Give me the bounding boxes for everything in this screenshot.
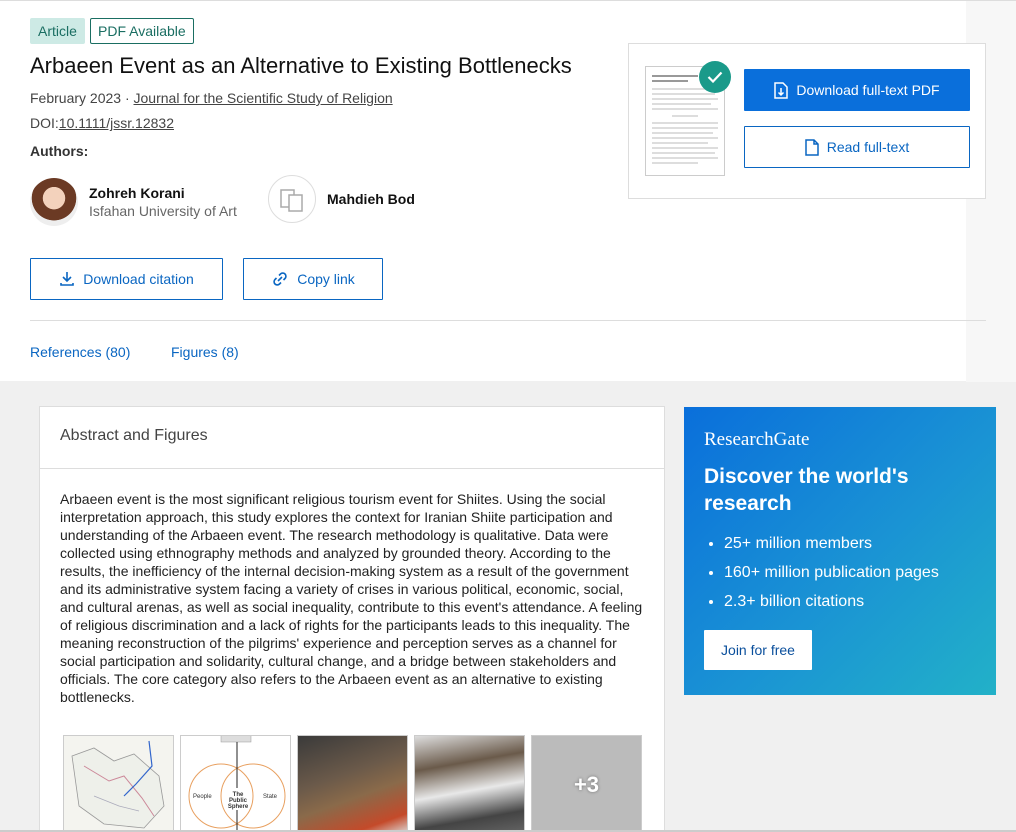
promo-stat-item: 160+ million publication pages: [724, 564, 976, 582]
read-full-text-button[interactable]: Read full-text: [744, 126, 970, 168]
full-text-card: Download full-text PDF Read full-text: [628, 43, 986, 199]
publication-title: Arbaeen Event as an Alternative to Exist…: [30, 53, 572, 78]
abstract-text: Arbaeen event is the most significant re…: [60, 491, 643, 705]
author-affiliation: Isfahan University of Art: [89, 203, 237, 219]
more-figures-count: +3: [573, 772, 600, 797]
publication-header: Article PDF Available Arbaeen Event as a…: [0, 0, 1016, 382]
available-check-icon: [699, 61, 731, 93]
file-download-icon: [774, 81, 789, 99]
researchgate-promo-card: ResearchGate Discover the world's resear…: [684, 407, 996, 695]
join-for-free-button[interactable]: Join for free: [704, 630, 812, 670]
venn-label-state: State: [263, 794, 278, 800]
promo-stat-item: 2.3+ billion citations: [724, 593, 976, 611]
download-citation-label: Download citation: [83, 271, 194, 287]
copy-link-label: Copy link: [297, 271, 355, 287]
abstract-card: Abstract and Figures Arbaeen event is th…: [39, 406, 665, 832]
tab-references[interactable]: References (80): [30, 344, 130, 360]
researchgate-logo: ResearchGate: [704, 429, 810, 450]
publication-date: February 2023: [30, 90, 122, 106]
download-citation-button[interactable]: Download citation: [30, 258, 223, 300]
section-divider: [30, 320, 986, 321]
article-type-badge: Article: [30, 18, 85, 44]
author-card[interactable]: Mahdieh Bod: [268, 175, 415, 223]
doi-label: DOI:: [30, 115, 59, 131]
author-card[interactable]: Zohreh Korani Isfahan University of Art: [30, 178, 237, 226]
author-name[interactable]: Mahdieh Bod: [327, 191, 415, 207]
download-pdf-button[interactable]: Download full-text PDF: [744, 69, 970, 111]
figure-strip: People The Public Sphere State +3: [63, 735, 642, 832]
venn-label-public-sphere: The Public Sphere: [227, 792, 249, 810]
authors-label: Authors:: [30, 143, 89, 159]
more-figures-thumbnail[interactable]: +3: [531, 735, 642, 832]
download-pdf-label: Download full-text PDF: [796, 82, 940, 98]
doi-link[interactable]: 10.1111/jssr.12832: [59, 115, 174, 131]
promo-heading: Discover the world's research: [704, 465, 909, 515]
journal-link[interactable]: Journal for the Scientific Study of Reli…: [134, 90, 393, 106]
document-icon: [805, 138, 819, 156]
avatar-placeholder[interactable]: [268, 175, 316, 223]
copy-link-button[interactable]: Copy link: [243, 258, 383, 300]
read-full-text-label: Read full-text: [826, 139, 910, 155]
figure-thumbnail-photo[interactable]: [297, 735, 408, 832]
doi-row: DOI:10.1111/jssr.12832: [30, 115, 174, 131]
figure-thumbnail-photo[interactable]: [414, 735, 525, 832]
promo-stat-item: 25+ million members: [724, 535, 976, 553]
publication-meta: February 2023 · Journal for the Scientif…: [30, 90, 393, 106]
profile-placeholder-icon: [280, 189, 303, 212]
pdf-available-badge: PDF Available: [90, 18, 194, 44]
download-icon: [60, 272, 75, 286]
venn-label-people: People: [193, 794, 212, 800]
avatar[interactable]: [30, 178, 78, 226]
promo-stats-list: 25+ million members 160+ million publica…: [724, 535, 976, 611]
tab-figures[interactable]: Figures (8): [171, 344, 239, 360]
author-name[interactable]: Zohreh Korani: [89, 185, 237, 201]
figure-thumbnail-diagram[interactable]: People The Public Sphere State: [180, 735, 291, 832]
figure-thumbnail-map[interactable]: [63, 735, 174, 832]
link-icon: [273, 272, 287, 286]
abstract-heading: Abstract and Figures: [40, 407, 664, 469]
meta-separator: ·: [124, 90, 130, 106]
